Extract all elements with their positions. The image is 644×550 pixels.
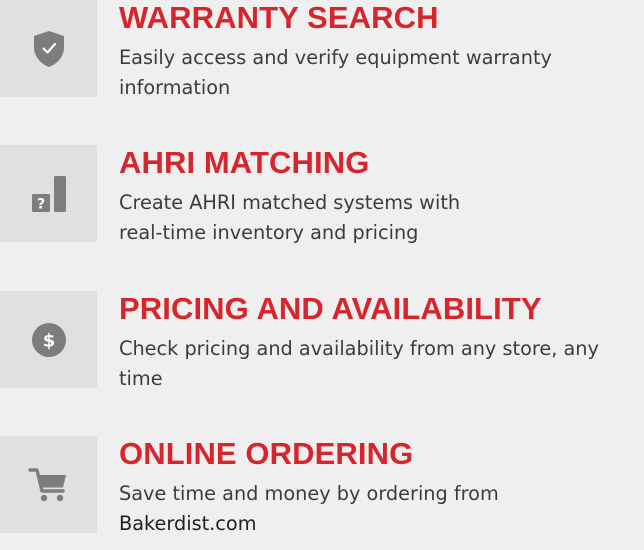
online-ordering-title: ONLINE ORDERING — [119, 436, 414, 471]
warranty-search-description: Easily access and verify equipment warra… — [119, 46, 552, 99]
pricing-availability-description: Check pricing and availability from any … — [119, 337, 599, 390]
bakerdist-link[interactable]: Bakerdist.com — [119, 512, 256, 535]
online-ordering-description-line1: Save time and money by ordering from — [119, 482, 499, 505]
svg-text:$: $ — [42, 330, 55, 351]
ordering-icon-box — [0, 436, 97, 533]
dollar-circle-icon: $ — [31, 322, 66, 357]
online-ordering-description: Save time and money by ordering from Bak… — [119, 479, 643, 539]
svg-text:?: ? — [36, 196, 44, 212]
ahri-matching-description: Create AHRI matched systems with real-ti… — [119, 188, 643, 248]
warranty-icon-box — [0, 0, 97, 97]
warranty-search-title: WARRANTY SEARCH — [119, 0, 439, 35]
pricing-availability-title: PRICING AND AVAILABILITY — [119, 291, 542, 326]
ahri-icon-box: ? — [0, 145, 97, 242]
shopping-cart-icon — [27, 467, 66, 501]
pricing-icon-box: $ — [0, 291, 97, 388]
ahri-matching-title: AHRI MATCHING — [119, 145, 370, 180]
ahri-matching-description-line1: Create AHRI matched systems with — [119, 191, 461, 214]
bar-chart-question-icon: ? — [31, 175, 66, 212]
ahri-matching-description-line2: real-time inventory and pricing — [119, 221, 419, 244]
shield-check-icon — [33, 30, 64, 67]
